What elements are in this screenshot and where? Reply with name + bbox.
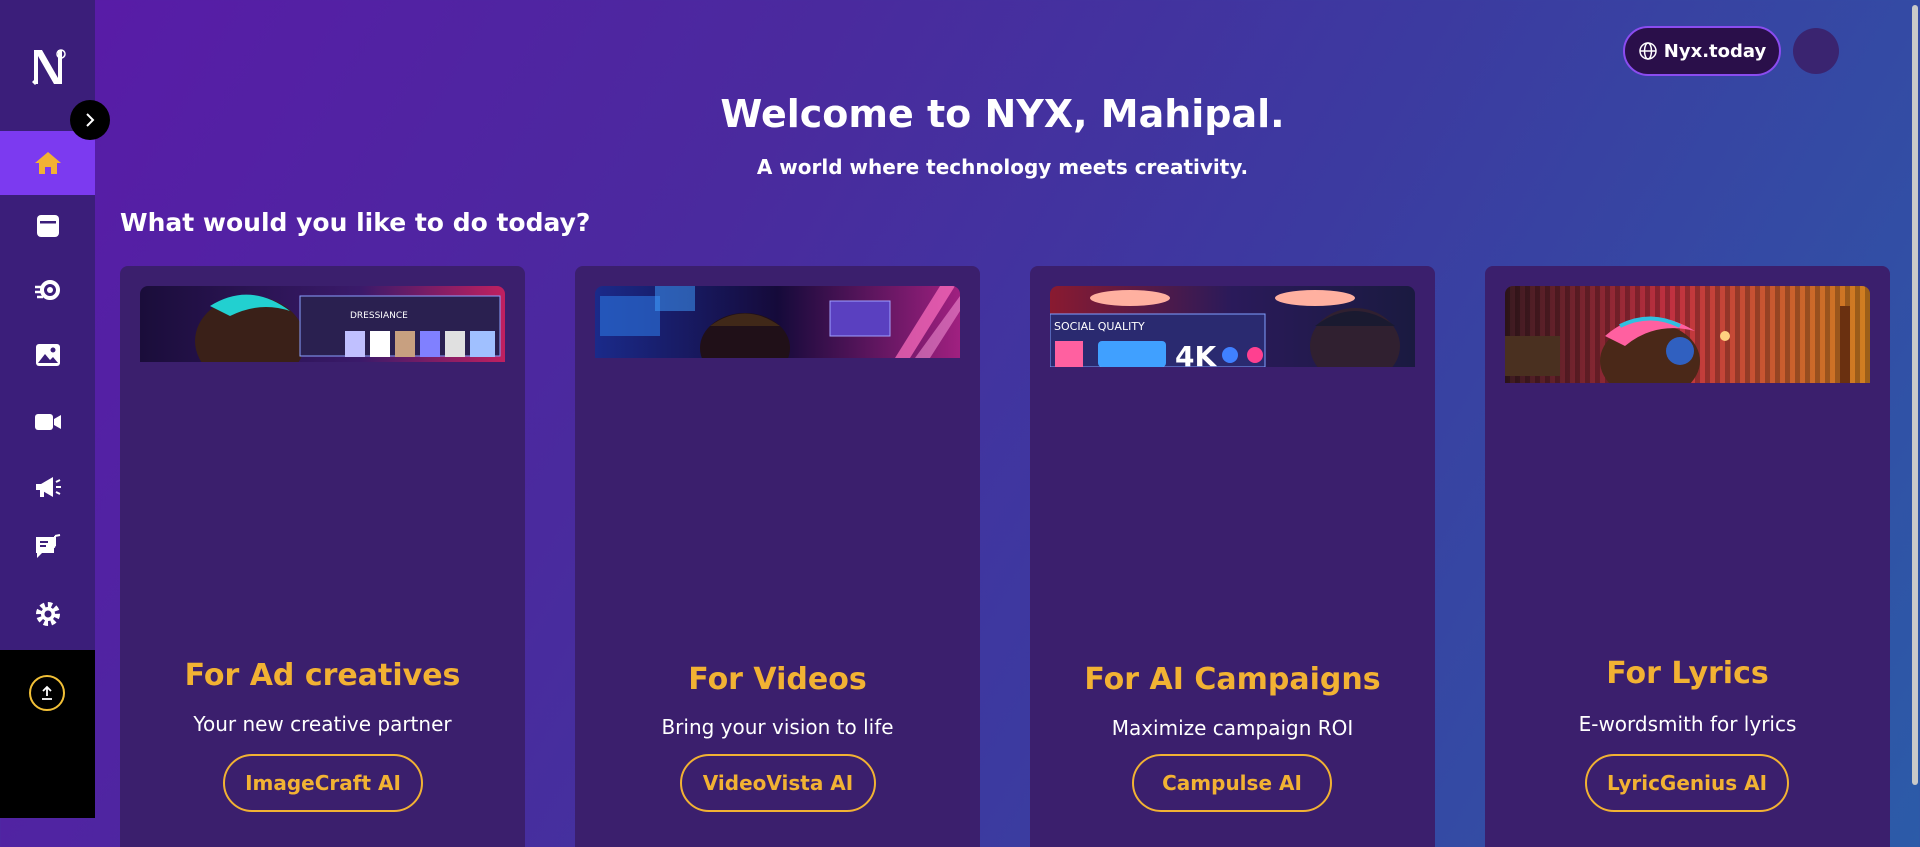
campulse-ai-button[interactable]: Campulse AI: [1132, 754, 1332, 812]
nyx-logo[interactable]: [28, 44, 68, 88]
page-subtitle: A world where technology meets creativit…: [756, 155, 1249, 179]
globe-icon: [1639, 42, 1657, 60]
sidebar-item-videos[interactable]: [0, 390, 95, 454]
card-heading: For AI Campaigns: [1084, 662, 1381, 697]
nyx-today-button[interactable]: Nyx.today: [1623, 26, 1781, 76]
card-heading: For Videos: [688, 662, 867, 697]
sidebar-item-library[interactable]: [0, 194, 95, 258]
card-image: SOCIAL QUALITY 4K: [1050, 286, 1415, 367]
scrollbar-thumb[interactable]: [1912, 5, 1918, 785]
sidebar-expand-button[interactable]: [70, 100, 110, 140]
sidebar: [0, 0, 110, 818]
card-tagline: E-wordsmith for lyrics: [1578, 712, 1797, 736]
videovista-ai-button[interactable]: VideoVista AI: [680, 754, 876, 812]
avatar[interactable]: [1793, 28, 1839, 74]
chevron-right-icon: [86, 113, 95, 127]
lyrics-icon: [35, 534, 60, 558]
card-heading: For Lyrics: [1606, 656, 1769, 691]
lyricgenius-ai-button[interactable]: LyricGenius AI: [1585, 754, 1789, 812]
sidebar-item-settings[interactable]: [0, 582, 95, 646]
page-title: Welcome to NYX, Mahipal.: [720, 92, 1285, 136]
video-icon: [34, 414, 61, 430]
sidebar-item-lyrics[interactable]: [0, 515, 95, 579]
card-image: [1505, 286, 1870, 383]
image-icon: [35, 344, 60, 366]
card-tagline: Your new creative partner: [193, 712, 452, 736]
card-ai-campaigns: SOCIAL QUALITY 4K For AI Campaigns Maxim…: [1030, 266, 1435, 847]
page-scrollbar[interactable]: [1910, 0, 1920, 847]
card-videos: For Videos Bring your vision to life Vid…: [575, 266, 980, 847]
card-image-text: SOCIAL QUALITY: [1054, 320, 1145, 333]
home-icon: [34, 152, 61, 174]
nyx-today-label: Nyx.today: [1663, 40, 1767, 62]
sidebar-item-campaigns[interactable]: [0, 258, 95, 322]
card-tagline: Bring your vision to life: [661, 715, 894, 739]
section-heading: What would you like to do today?: [120, 208, 591, 237]
card-lyrics: For Lyrics E-wordsmith for lyrics LyricG…: [1485, 266, 1890, 847]
sidebar-item-images[interactable]: [0, 323, 95, 387]
card-image: DRESSIANCE: [140, 286, 505, 362]
card-image: [595, 286, 960, 358]
upload-button[interactable]: [29, 675, 65, 711]
sidebar-item-ads[interactable]: [0, 455, 95, 519]
card-ad-creatives: DRESSIANCE For Ad creatives Your new cre…: [120, 266, 525, 847]
card-tagline: Maximize campaign ROI: [1111, 716, 1354, 740]
sidebar-footer: [0, 650, 95, 818]
card-image-badge: 4K: [1175, 340, 1217, 367]
stack-icon: [36, 215, 59, 237]
upload-icon: [42, 685, 52, 700]
sidebar-item-home[interactable]: [0, 131, 95, 195]
imagecraft-ai-button[interactable]: ImageCraft AI: [223, 754, 423, 812]
campaign-gear-icon: [34, 280, 60, 300]
card-heading: For Ad creatives: [184, 658, 461, 693]
gear-icon: [35, 602, 60, 626]
card-image-text: DRESSIANCE: [350, 311, 408, 321]
megaphone-icon: [35, 477, 61, 497]
